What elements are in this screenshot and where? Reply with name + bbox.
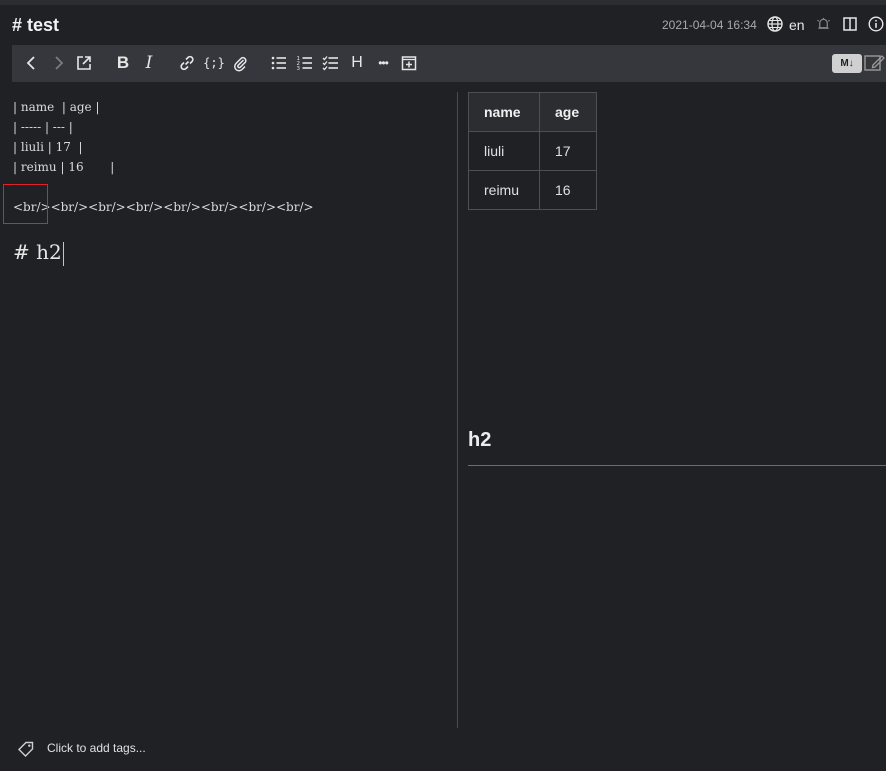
bullet-list-button[interactable] [270, 54, 288, 72]
open-external-button[interactable] [75, 54, 93, 72]
markdown-editor[interactable]: | name | age | | ----- | --- | | liuli |… [0, 90, 457, 728]
table-row: liuli 17 [468, 131, 597, 171]
heading-rule [468, 465, 886, 466]
bold-button[interactable]: B [114, 54, 132, 72]
attach-button[interactable] [231, 54, 249, 72]
table-cell: 16 [539, 170, 597, 210]
bullet-list-icon [271, 56, 286, 70]
preview-table: name age liuli 17 reimu 16 [468, 92, 597, 210]
highlight-box [3, 184, 48, 224]
editor-heading-text: # h2 [13, 240, 62, 264]
svg-text:3: 3 [297, 66, 301, 72]
checklist-button[interactable] [322, 54, 340, 72]
editor-line: <br/><br/><br/><br/><br/><br/><br/><br/> [13, 200, 314, 214]
note-date: 2021-04-04 16:34 [662, 18, 757, 32]
table-row: reimu 16 [468, 170, 597, 210]
tags-bar: Click to add tags... [0, 729, 886, 771]
pane-divider[interactable] [457, 92, 458, 728]
code-button[interactable]: {;} [203, 54, 225, 72]
add-block-icon [401, 56, 417, 71]
add-tags-button[interactable]: Click to add tags... [47, 741, 146, 755]
editor-heading-line: # h2 [13, 240, 64, 266]
more-button[interactable]: ••• [372, 54, 394, 72]
info-icon[interactable] [868, 16, 884, 32]
markdown-preview: name age liuli 17 reimu 16 h2 [468, 92, 886, 728]
editor-line: | name | age | [13, 100, 100, 114]
add-block-button[interactable] [400, 54, 418, 72]
chevron-left-icon [26, 56, 35, 70]
table-cell: reimu [468, 170, 540, 210]
tag-icon[interactable] [17, 740, 35, 758]
chevron-right-icon [55, 56, 64, 70]
note-title[interactable]: # test [12, 15, 59, 36]
editor-line: | ----- | --- | [13, 120, 73, 134]
heading-button[interactable]: H [348, 54, 366, 72]
globe-icon[interactable] [767, 16, 783, 32]
language-selector[interactable]: en [789, 17, 805, 33]
alarm-icon[interactable] [816, 16, 831, 32]
forward-button[interactable] [49, 54, 67, 72]
numbered-list-button[interactable]: 1 2 3 [296, 54, 314, 72]
table-header: age [539, 92, 597, 132]
split-view-icon[interactable] [843, 17, 857, 31]
external-link-icon [77, 56, 91, 70]
edit-mode-icon[interactable] [864, 54, 886, 72]
text-caret [62, 241, 64, 266]
italic-button[interactable]: I [140, 54, 158, 72]
attachment-icon [234, 56, 247, 72]
table-header-row: name age [468, 92, 597, 132]
editor-line: | liuli | 17 | [13, 140, 83, 154]
table-cell: liuli [468, 131, 540, 171]
checklist-icon [322, 56, 338, 71]
preview-heading: h2 [468, 429, 492, 451]
numbered-list-icon: 1 2 3 [297, 56, 312, 72]
editor-line: | reimu | 16 | [13, 160, 115, 174]
link-button[interactable] [178, 54, 196, 72]
back-button[interactable] [23, 54, 41, 72]
link-icon [180, 55, 194, 71]
table-header: name [468, 92, 540, 132]
markdown-mode-badge[interactable]: M↓ [832, 54, 862, 73]
editor-toolbar: B I {;} 1 2 3 H ••• M↓ [12, 45, 886, 82]
top-strip [0, 0, 886, 5]
table-cell: 17 [539, 131, 597, 171]
note-header: # test 2021-04-04 16:34 en [0, 6, 886, 44]
